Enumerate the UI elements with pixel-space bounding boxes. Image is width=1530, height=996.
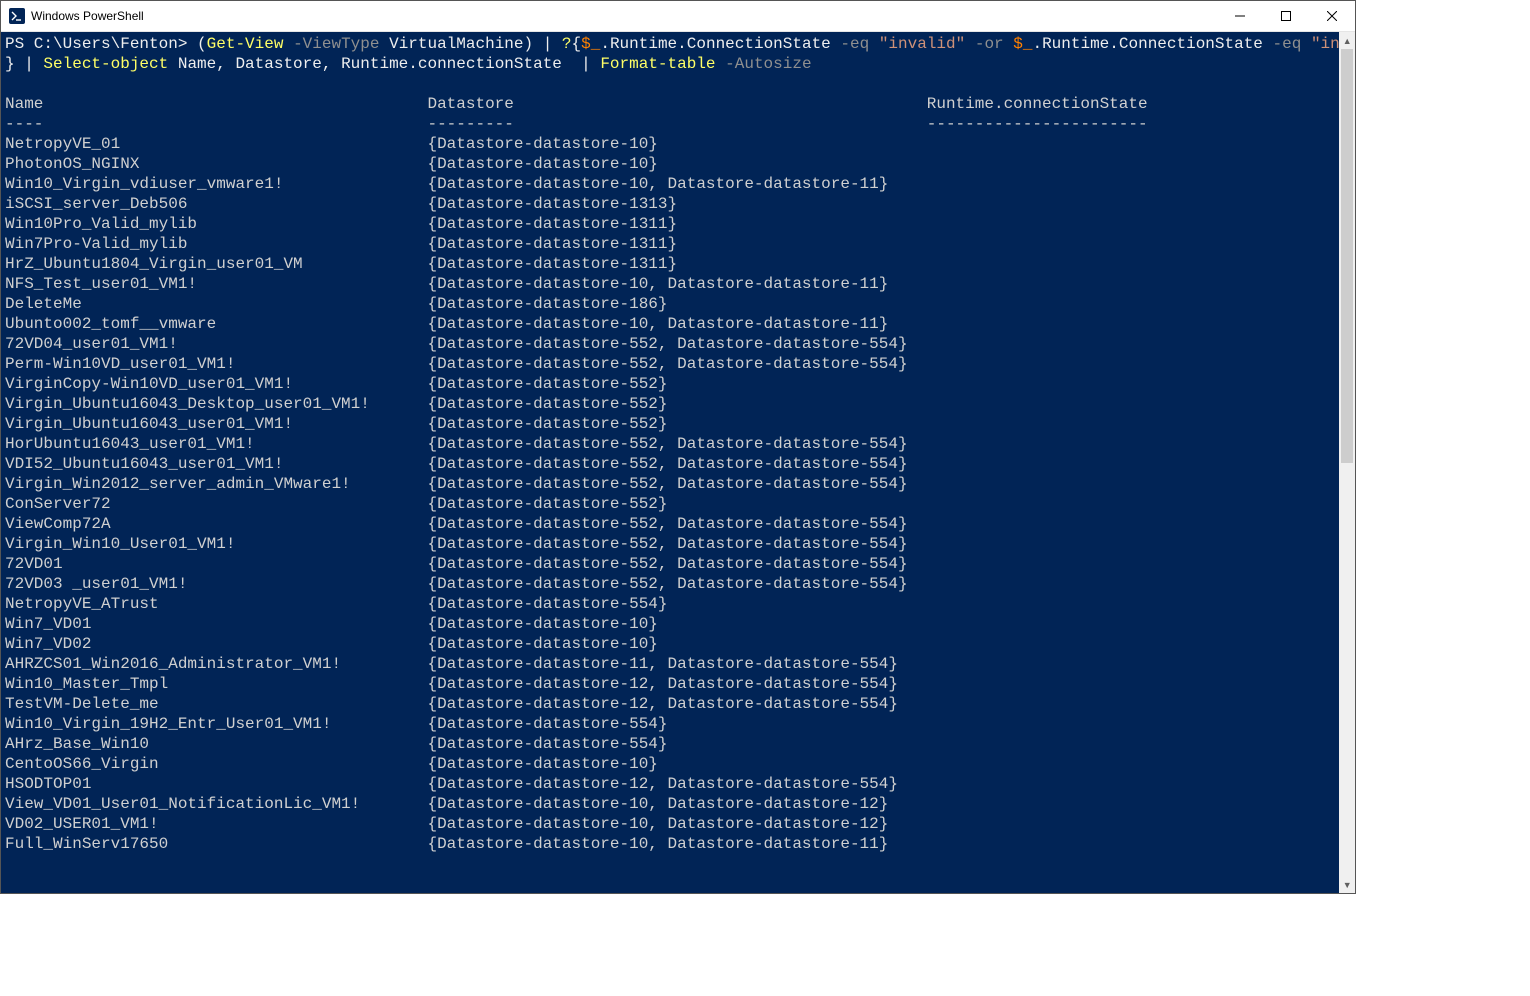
table-row: VDI52_Ubuntu16043_user01_VM1! {Datastore… xyxy=(5,454,1335,474)
table-row: HorUbuntu16043_user01_VM1! {Datastore-da… xyxy=(5,434,1335,454)
scrollbar-track[interactable] xyxy=(1339,49,1355,876)
table-row: Win10Pro_Valid_mylib {Datastore-datastor… xyxy=(5,214,1335,234)
table-row: iSCSI_server_Deb506 {Datastore-datastore… xyxy=(5,194,1335,214)
table-row: Virgin_Win10_User01_VM1! {Datastore-data… xyxy=(5,534,1335,554)
scroll-down-button[interactable]: ▼ xyxy=(1339,876,1355,893)
scrollbar-thumb[interactable] xyxy=(1341,49,1353,463)
powershell-window: Windows PowerShell PS C:\Users\Fenton> (… xyxy=(0,0,1356,894)
table-row: Win10_Virgin_19H2_Entr_User01_VM1! {Data… xyxy=(5,714,1335,734)
table-row: Ubunto002_tomf__vmware {Datastore-datast… xyxy=(5,314,1335,334)
maximize-icon xyxy=(1281,11,1291,21)
table-row: Win10_Virgin_vdiuser_vmware1! {Datastore… xyxy=(5,174,1335,194)
table-row: CentoOS66_Virgin {Datastore-datastore-10… xyxy=(5,754,1335,774)
table-header: Name Datastore Runtime.connectionState xyxy=(5,94,1335,114)
table-row: NFS_Test_user01_VM1! {Datastore-datastor… xyxy=(5,274,1335,294)
table-row: NetropyVE_ATrust {Datastore-datastore-55… xyxy=(5,594,1335,614)
window-title: Windows PowerShell xyxy=(31,9,144,23)
minimize-icon xyxy=(1235,11,1245,21)
table-row: Virgin_Win2012_server_admin_VMware1! {Da… xyxy=(5,474,1335,494)
close-button[interactable] xyxy=(1309,1,1355,31)
console-output[interactable]: PS C:\Users\Fenton> (Get-View -ViewType … xyxy=(1,32,1339,893)
table-row: Virgin_Ubuntu16043_Desktop_user01_VM1! {… xyxy=(5,394,1335,414)
titlebar[interactable]: Windows PowerShell xyxy=(1,1,1355,32)
table-row: Win7_VD02 {Datastore-datastore-10} xyxy=(5,634,1335,654)
console-area: PS C:\Users\Fenton> (Get-View -ViewType … xyxy=(1,32,1355,893)
table-row: Virgin_Ubuntu16043_user01_VM1! {Datastor… xyxy=(5,414,1335,434)
scroll-up-button[interactable]: ▲ xyxy=(1339,32,1355,49)
table-row: HrZ_Ubuntu1804_Virgin_user01_VM {Datasto… xyxy=(5,254,1335,274)
table-row: 72VD01 {Datastore-datastore-552, Datasto… xyxy=(5,554,1335,574)
maximize-button[interactable] xyxy=(1263,1,1309,31)
table-row: Perm-Win10VD_user01_VM1! {Datastore-data… xyxy=(5,354,1335,374)
table-row: VD02_USER01_VM1! {Datastore-datastore-10… xyxy=(5,814,1335,834)
vertical-scrollbar[interactable]: ▲ ▼ xyxy=(1339,32,1355,893)
table-row: 72VD03 _user01_VM1! {Datastore-datastore… xyxy=(5,574,1335,594)
table-row: HSODTOP01 {Datastore-datastore-12, Datas… xyxy=(5,774,1335,794)
table-row: AHRZCS01_Win2016_Administrator_VM1! {Dat… xyxy=(5,654,1335,674)
table-row: TestVM-Delete_me {Datastore-datastore-12… xyxy=(5,694,1335,714)
minimize-button[interactable] xyxy=(1217,1,1263,31)
table-row: NetropyVE_01 {Datastore-datastore-10} xyxy=(5,134,1335,154)
table-row: View_VD01_User01_NotificationLic_VM1! {D… xyxy=(5,794,1335,814)
table-row: VirginCopy-Win10VD_user01_VM1! {Datastor… xyxy=(5,374,1335,394)
table-row: Full_WinServ17650 {Datastore-datastore-1… xyxy=(5,834,1335,854)
table-row: PhotonOS_NGINX {Datastore-datastore-10} xyxy=(5,154,1335,174)
table-row: 72VD04_user01_VM1! {Datastore-datastore-… xyxy=(5,334,1335,354)
table-row: Win7_VD01 {Datastore-datastore-10} xyxy=(5,614,1335,634)
table-row: DeleteMe {Datastore-datastore-186} xyxy=(5,294,1335,314)
table-row: ConServer72 {Datastore-datastore-552} xyxy=(5,494,1335,514)
table-row: Win7Pro-Valid_mylib {Datastore-datastore… xyxy=(5,234,1335,254)
powershell-icon xyxy=(9,8,25,24)
table-row: Win10_Master_Tmpl {Datastore-datastore-1… xyxy=(5,674,1335,694)
table-row: AHrz_Base_Win10 {Datastore-datastore-554… xyxy=(5,734,1335,754)
table-row: ViewComp72A {Datastore-datastore-552, Da… xyxy=(5,514,1335,534)
close-icon xyxy=(1327,11,1337,21)
